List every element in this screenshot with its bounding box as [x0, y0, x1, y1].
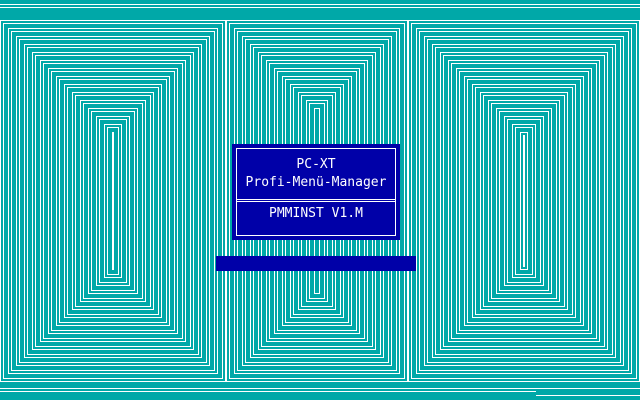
progress-bar: [216, 256, 416, 271]
splash-dialog: PC-XT Profi-Menü-Manager PMMINST V1.M: [232, 144, 400, 240]
pattern-rect: [112, 132, 114, 270]
version-label: PMMINST V1.M: [269, 206, 363, 221]
product-line-1: PC-XT: [296, 157, 336, 172]
pattern-rect: [523, 135, 525, 267]
product-line-2: Profi-Menü-Manager: [245, 175, 387, 190]
dialog-separator: [236, 199, 396, 202]
